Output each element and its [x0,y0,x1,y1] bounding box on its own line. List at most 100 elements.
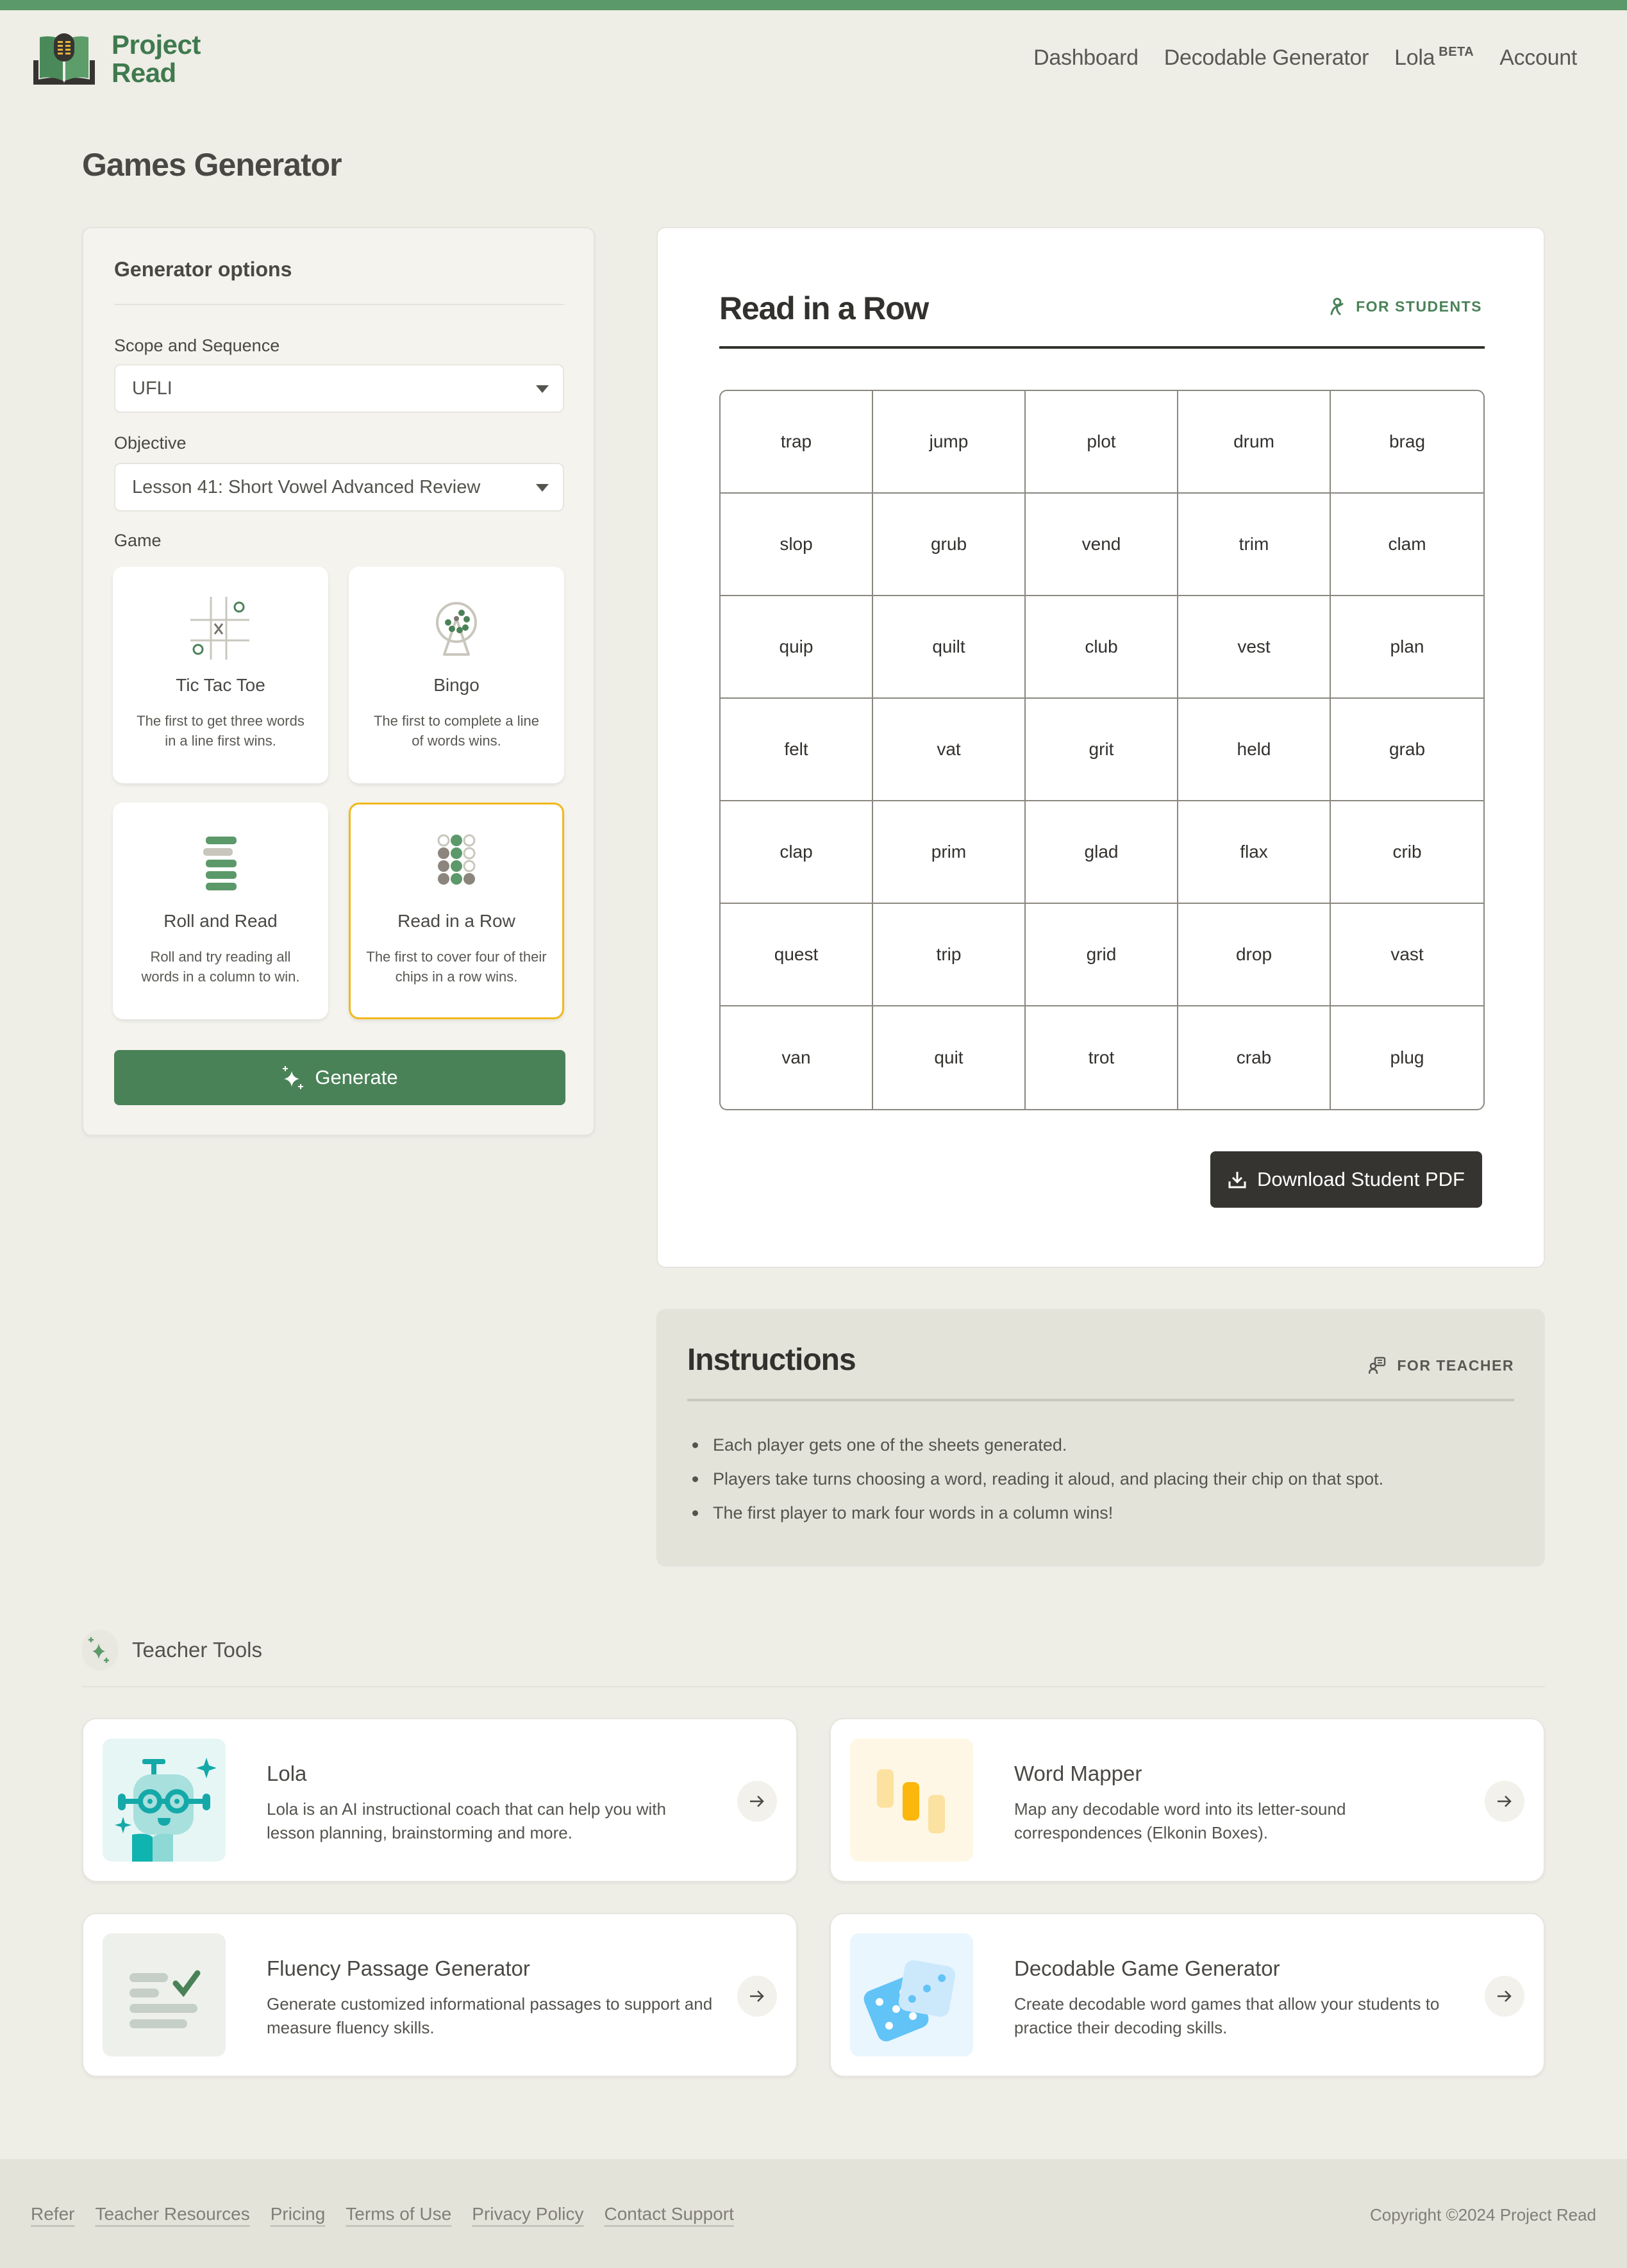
sheet-title: Read in a Row [719,290,929,326]
game-description: The first to get three words in a line f… [137,713,305,749]
panel-title: Generator options [114,258,292,281]
tool-name: Lola [267,1762,307,1785]
footer-link-refer[interactable]: Refer [31,2204,74,2224]
game-card-read-in-a-row[interactable]: Read in a Row The first to cover four of… [349,803,564,1019]
download-student-pdf-button[interactable]: Download Student PDF [1210,1151,1482,1208]
generate-button[interactable]: Generate [114,1050,565,1105]
nav-lola-label: Lola [1394,46,1435,70]
bingo-cage-icon [436,602,477,656]
word-cell: vast [1331,904,1483,1006]
student-icon [1330,297,1344,315]
word-cell: slop [721,494,873,596]
game-description: Roll and try reading all words in a colu… [141,949,300,985]
game-label: Game [114,531,162,550]
tool-name: Decodable Game Generator [1014,1956,1280,1980]
scope-select[interactable]: UFLI [114,364,564,413]
beta-badge: BETA [1439,45,1474,59]
arrow-right-icon[interactable] [737,1781,777,1822]
word-cell: van [721,1006,873,1109]
tool-card-decodable-game-generator[interactable]: Decodable Game Generator Create decodabl… [830,1913,1545,2077]
main-nav: Dashboard Decodable Generator Lola BETA A… [1033,45,1577,71]
nav-account[interactable]: Account [1499,46,1577,71]
for-students-label: FOR STUDENTS [1356,297,1482,315]
word-cell: vest [1178,596,1331,699]
nav-lola[interactable]: Lola BETA [1394,45,1474,71]
word-cell: crib [1331,801,1483,904]
lola-robot-icon [103,1739,226,1862]
objective-label: Objective [114,433,187,453]
arrow-right-icon[interactable] [1485,1976,1524,2017]
for-students-badge: FOR STUDENTS [1329,297,1482,315]
tool-card-lola[interactable]: Lola Lola is an AI instructional coach t… [82,1718,797,1882]
instruction-item: The first player to mark four words in a… [687,1496,1383,1530]
nav-decodable-generator[interactable]: Decodable Generator [1164,46,1369,71]
objective-select[interactable]: Lesson 41: Short Vowel Advanced Review [114,463,564,512]
game-description: The first to complete a line of words wi… [373,713,539,749]
word-cell: grub [873,494,1026,596]
sparkle-icon [88,1637,109,1663]
teacher-tools-title: Teacher Tools [132,1638,263,1662]
word-cell: vat [873,699,1026,801]
footer-link-contact-support[interactable]: Contact Support [605,2204,734,2224]
download-label: Download Student PDF [1257,1168,1465,1190]
arrow-right-icon[interactable] [737,1976,777,2017]
game-card-tic-tac-toe[interactable]: Tic Tac Toe The first to get three words… [113,567,328,783]
teacher-tools-rule [82,1686,1545,1687]
footer-link-privacy[interactable]: Privacy Policy [472,2204,583,2224]
word-cell: clap [721,801,873,904]
game-name: Tic Tac Toe [176,675,265,695]
word-cell: jump [873,391,1026,494]
word-cell: trim [1178,494,1331,596]
footer: Refer Teacher Resources Pricing Terms of… [0,2159,1627,2268]
word-grid: trap jump plot drum brag slop grub vend trim clam… [719,390,1485,1110]
word-cell: trap [721,391,873,494]
logo[interactable]: Project Read [31,31,201,87]
game-card-bingo[interactable]: Bingo The first to complete a line of wo… [349,567,564,783]
scope-label: Scope and Sequence [114,336,280,355]
for-teacher-label: FOR TEACHER [1397,1356,1514,1374]
tool-card-word-mapper[interactable]: Word Mapper Map any decodable word into … [830,1718,1545,1882]
nav-dashboard[interactable]: Dashboard [1033,46,1139,71]
chip-grid-icon [437,834,476,885]
word-cell: plan [1331,596,1483,699]
word-mapper-icon [850,1739,973,1862]
tool-card-fluency-passage-generator[interactable]: Fluency Passage Generator Generate custo… [82,1913,797,2077]
game-name: Read in a Row [397,911,515,931]
tool-description: Create decodable word games that allow y… [1014,1994,1440,2037]
word-cell: crab [1178,1006,1331,1109]
caret-down-icon [536,484,549,492]
footer-link-teacher-resources[interactable]: Teacher Resources [95,2204,249,2224]
divider [114,304,564,305]
game-name: Bingo [433,675,480,695]
game-card-roll-and-read[interactable]: Roll and Read Roll and try reading all w… [113,803,328,1019]
game-sheet-card: Read in a Row FOR STUDENTS trap jump plot d… [656,227,1545,1268]
word-cell: drum [1178,391,1331,494]
word-cell: drop [1178,904,1331,1006]
word-cell: trot [1026,1006,1178,1109]
word-cell: grab [1331,699,1483,801]
tool-name: Word Mapper [1014,1762,1142,1785]
tic-tac-toe-icon [190,597,249,660]
word-cell: grit [1026,699,1178,801]
footer-links: Refer Teacher Resources Pricing Terms of… [31,2204,734,2224]
word-cell: grid [1026,904,1178,1006]
tool-description: Lola is an AI instructional coach that c… [267,1799,666,1842]
top-accent-bar [0,0,1627,10]
word-cell: prim [873,801,1026,904]
logo-text: Project Read [112,31,201,87]
game-description: The first to cover four of their chips i… [366,949,547,985]
word-cell: flax [1178,801,1331,904]
sparkle-icon [283,1066,304,1089]
footer-link-pricing[interactable]: Pricing [271,2204,326,2224]
word-cell: quit [873,1006,1026,1109]
footer-link-terms[interactable]: Terms of Use [346,2204,451,2224]
teacher-tools-header: Teacher Tools [82,1630,262,1671]
arrow-right-icon[interactable] [1485,1781,1524,1822]
dice-icon [850,1933,973,2056]
game-name: Roll and Read [163,911,278,931]
objective-value: Lesson 41: Short Vowel Advanced Review [132,476,481,497]
stacked-bars-icon [203,837,237,890]
word-cell: quip [721,596,873,699]
for-teacher-badge: FOR TEACHER [1369,1356,1514,1374]
word-cell: quilt [873,596,1026,699]
